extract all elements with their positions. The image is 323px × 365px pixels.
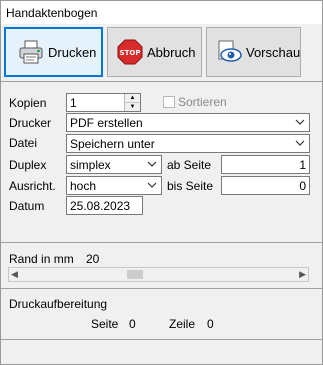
file-label: Datei — [9, 136, 38, 150]
duplex-select[interactable]: simplex — [66, 155, 162, 174]
stop-sign-text: STOP — [120, 49, 141, 57]
page-counter-value: 0 — [129, 317, 136, 331]
to-page-label: bis Seite — [167, 179, 214, 193]
duplex-value: simplex — [70, 158, 111, 172]
margin-slider[interactable]: ◀ ▶ — [8, 267, 309, 282]
file-select[interactable]: Speichern unter — [66, 134, 310, 153]
from-page-value: 1 — [299, 158, 306, 172]
copies-spin-buttons[interactable]: ▲ ▼ — [124, 94, 140, 111]
file-value: Speichern unter — [70, 137, 155, 151]
chevron-down-icon — [295, 140, 305, 146]
spin-up-icon[interactable]: ▲ — [125, 94, 140, 102]
print-dialog-window: Handaktenbogen Drucken STOP Abbruch Vors… — [0, 0, 323, 365]
chevron-down-icon — [147, 182, 157, 188]
margin-separator — [1, 242, 322, 243]
print-button-label: Drucken — [48, 44, 97, 60]
sort-checkbox[interactable] — [163, 96, 175, 108]
copies-value: 1 — [70, 96, 77, 110]
scroll-left-icon[interactable]: ◀ — [11, 269, 18, 280]
duplex-label: Duplex — [9, 158, 47, 172]
orientation-value: hoch — [70, 179, 97, 193]
to-page-input[interactable]: 0 — [221, 176, 310, 195]
copies-spinner[interactable]: 1 ▲ ▼ — [66, 93, 141, 112]
line-counter-value: 0 — [207, 317, 214, 331]
print-button[interactable]: Drucken — [4, 27, 103, 77]
chevron-down-icon — [147, 161, 157, 167]
spin-down-icon[interactable]: ▼ — [125, 102, 140, 111]
margin-label: Rand in mm — [9, 252, 74, 266]
printer-value: PDF erstellen — [70, 116, 143, 130]
preview-eye-icon — [216, 39, 242, 65]
stop-icon: STOP — [117, 39, 143, 65]
printer-icon — [18, 39, 44, 65]
date-label: Datum — [9, 199, 45, 213]
preview-button[interactable]: Vorschau — [206, 27, 301, 77]
printer-label: Drucker — [9, 116, 52, 130]
cancel-button-label: Abbruch — [147, 44, 196, 60]
sort-label: Sortieren — [178, 95, 227, 109]
from-page-input[interactable]: 1 — [221, 155, 310, 174]
orientation-select[interactable]: hoch — [66, 176, 162, 195]
from-page-label: ab Seite — [167, 158, 212, 172]
to-page-value: 0 — [299, 179, 306, 193]
preview-button-label: Vorschau — [246, 44, 301, 60]
margin-slider-thumb[interactable] — [127, 270, 143, 279]
margin-value: 20 — [86, 252, 100, 266]
copies-label: Kopien — [9, 96, 47, 110]
window-title: Handaktenbogen — [6, 6, 98, 20]
page-counter-label: Seite — [91, 317, 119, 331]
chevron-down-icon — [295, 119, 305, 125]
orientation-label: Ausricht. — [9, 179, 56, 193]
date-value: 25.08.2023 — [70, 199, 131, 213]
printer-select[interactable]: PDF erstellen — [66, 113, 310, 132]
status-separator — [1, 339, 322, 340]
cancel-button[interactable]: STOP Abbruch — [107, 27, 202, 77]
title-bar: Handaktenbogen — [1, 1, 322, 24]
scroll-right-icon[interactable]: ▶ — [299, 269, 306, 280]
processing-separator — [1, 288, 322, 289]
date-input[interactable]: 25.08.2023 — [66, 196, 143, 215]
processing-title: Druckaufbereitung — [9, 297, 108, 311]
line-counter-label: Zeile — [169, 317, 196, 331]
toolbar-separator — [1, 81, 322, 82]
